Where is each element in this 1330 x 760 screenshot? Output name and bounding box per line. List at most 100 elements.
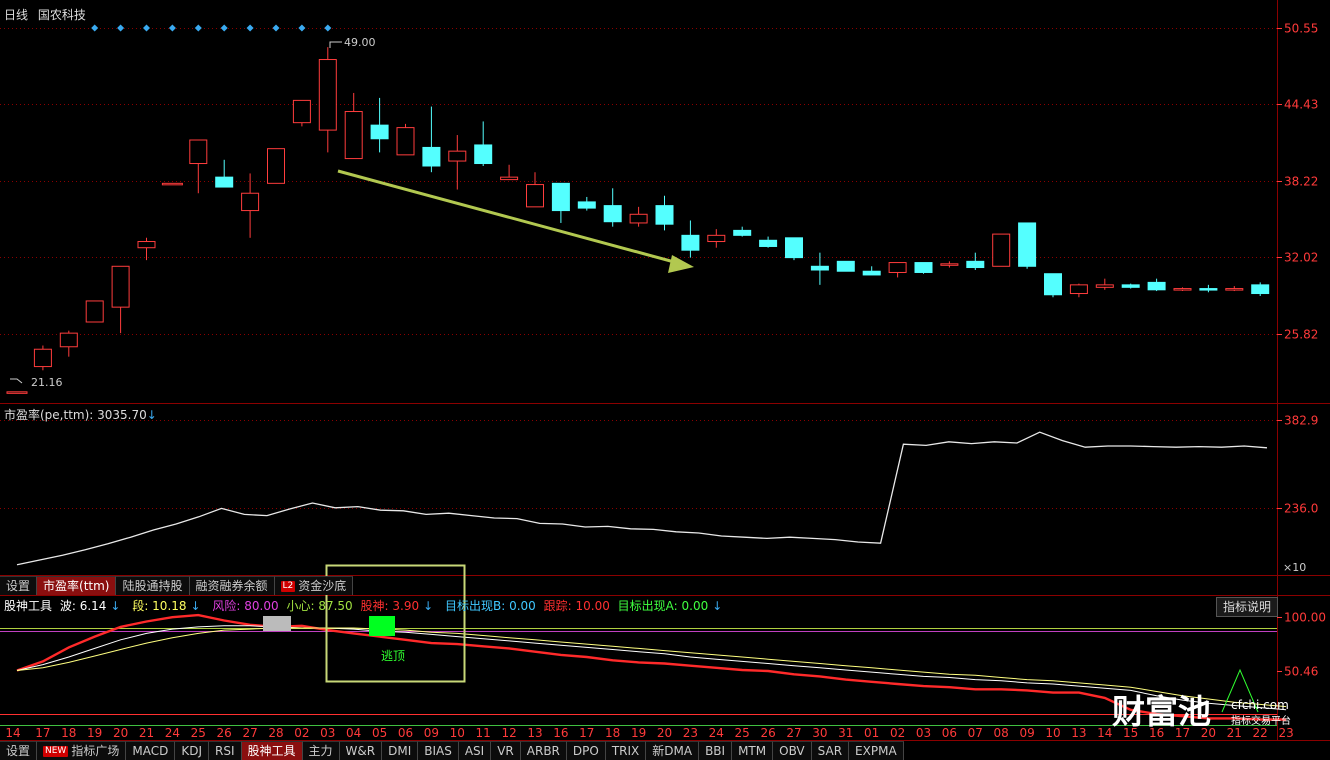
candle-body bbox=[161, 182, 183, 186]
chart-canvas[interactable]: 50.55 44.43 38.22 32.02 25.82 49.00 21.16 38… bbox=[0, 0, 1330, 758]
indicator-tab[interactable]: KDJ bbox=[175, 741, 209, 760]
upper-tab[interactable]: 陆股通持股 bbox=[116, 576, 190, 595]
indicator-tab[interactable]: EXPMA bbox=[849, 741, 904, 760]
candle-body bbox=[551, 182, 570, 212]
candle-body bbox=[1044, 273, 1062, 296]
indicator-series bbox=[16, 613, 1287, 721]
indicator-legend: 股神工具 波: 6.14 ↓ 段: 10.18 ↓ 风险: 80.00 小心: 87… bbox=[4, 598, 730, 614]
date-label: 05 bbox=[372, 726, 387, 740]
indicator-reference-lines bbox=[0, 628, 1277, 726]
candle-body bbox=[111, 265, 130, 308]
tab-label: DMI bbox=[388, 744, 412, 758]
upper-tab[interactable]: 市盈率(ttm) bbox=[37, 576, 117, 595]
candle-body bbox=[59, 332, 78, 348]
candle-body bbox=[914, 262, 933, 273]
indicator-tab[interactable]: RSI bbox=[209, 741, 242, 760]
candle bbox=[241, 173, 260, 238]
date-label: 19 bbox=[87, 726, 102, 740]
upper-tab[interactable]: L2 资金沙底 bbox=[274, 576, 354, 595]
candle-body bbox=[1121, 284, 1140, 288]
arrow-down-icon: ↓ bbox=[146, 408, 157, 422]
date-label: 18 bbox=[605, 726, 620, 740]
candle-body bbox=[344, 111, 363, 160]
candle bbox=[655, 195, 674, 231]
indicator-tab[interactable]: 新DMA bbox=[646, 741, 700, 760]
watermark-brand: 财富池 bbox=[1112, 692, 1211, 731]
tab-label: BBI bbox=[705, 744, 726, 758]
period-label[interactable]: 日线 bbox=[4, 8, 28, 22]
watermark: 财富池 cfchi.com 指标交易平台 bbox=[1112, 692, 1291, 731]
candle-body bbox=[681, 234, 700, 251]
candle bbox=[267, 148, 285, 184]
date-label: 13 bbox=[527, 726, 542, 740]
indicator-tab[interactable]: DMI bbox=[382, 741, 419, 760]
legend-wave: 波: 6.14 ↓ bbox=[59, 599, 121, 613]
price-tick-label: 25.82 bbox=[1284, 328, 1318, 342]
indicator-help-button[interactable]: 指标说明 bbox=[1216, 597, 1278, 617]
indicator-name[interactable]: 股神工具 bbox=[4, 599, 52, 613]
date-label: 03 bbox=[916, 726, 931, 740]
date-label: 08 bbox=[994, 726, 1009, 740]
high-price-label: 49.00 bbox=[344, 36, 376, 49]
candle-body bbox=[1173, 288, 1192, 291]
date-label: 17 bbox=[35, 726, 50, 740]
candle-body bbox=[241, 192, 260, 212]
tab-label: BIAS bbox=[424, 744, 452, 758]
candle-body bbox=[655, 205, 674, 225]
indicator-tab[interactable]: BBI bbox=[699, 741, 733, 760]
date-label: 26 bbox=[217, 726, 232, 740]
candle bbox=[914, 262, 933, 274]
upper-tab[interactable]: 设置 bbox=[0, 576, 38, 595]
indicator-tab[interactable]: ARBR bbox=[520, 741, 567, 760]
tab-label: KDJ bbox=[181, 744, 202, 758]
candle-body bbox=[396, 127, 415, 156]
indicator-tab[interactable]: 主力 bbox=[302, 741, 340, 760]
indicator-tab[interactable]: W&R bbox=[339, 741, 383, 760]
signal-diamond bbox=[246, 24, 254, 32]
legend-target-b: 目标出现B: 0.00 bbox=[444, 599, 536, 613]
tab-label: VR bbox=[497, 744, 514, 758]
indicator-tab[interactable]: ASI bbox=[458, 741, 492, 760]
indicator-series-line bbox=[16, 627, 1287, 708]
candle-body bbox=[6, 391, 28, 394]
date-label: 12 bbox=[501, 726, 516, 740]
candle-body bbox=[1251, 284, 1270, 295]
date-label: 06 bbox=[398, 726, 413, 740]
candle-body bbox=[603, 205, 622, 223]
candle-body bbox=[189, 139, 208, 165]
indicator-tab[interactable]: BIAS bbox=[418, 741, 459, 760]
indicator-tab[interactable]: NEW 指标广场 bbox=[37, 741, 127, 760]
candle-body bbox=[759, 239, 778, 247]
tab-label: 新DMA bbox=[652, 744, 693, 758]
date-label: 09 bbox=[1019, 726, 1034, 740]
indicator-tab[interactable]: VR bbox=[491, 741, 521, 760]
signal-diamond bbox=[324, 24, 332, 32]
indicator-tab[interactable]: OBV bbox=[773, 741, 812, 760]
candle-body bbox=[888, 262, 907, 273]
candle bbox=[448, 135, 467, 190]
candle-body bbox=[577, 201, 596, 209]
indicator-tab[interactable]: 股神工具 bbox=[241, 741, 303, 760]
indicator-tab[interactable]: 设置 bbox=[0, 741, 38, 760]
tab-label: 指标广场 bbox=[71, 744, 120, 758]
candle bbox=[888, 262, 907, 278]
date-label: 25 bbox=[735, 726, 750, 740]
indicator-tab[interactable]: SAR bbox=[811, 741, 850, 760]
candle bbox=[370, 97, 389, 153]
indicator-tab[interactable]: TRIX bbox=[605, 741, 647, 760]
candle bbox=[1147, 278, 1166, 292]
date-label: 27 bbox=[786, 726, 801, 740]
tab-label: W&R bbox=[345, 744, 376, 758]
date-label: 23 bbox=[683, 726, 698, 740]
indicator-tab[interactable]: DPO bbox=[566, 741, 606, 760]
chart-frame bbox=[0, 0, 1330, 741]
date-label: 19 bbox=[631, 726, 646, 740]
upper-tab[interactable]: 融资融券余额 bbox=[189, 576, 275, 595]
candle-body bbox=[1225, 288, 1244, 291]
candle bbox=[1018, 222, 1037, 269]
candle-body bbox=[733, 229, 752, 236]
date-label: 20 bbox=[113, 726, 128, 740]
indicator-tab[interactable]: MTM bbox=[732, 741, 774, 760]
tab-label: DPO bbox=[572, 744, 599, 758]
indicator-tab[interactable]: MACD bbox=[126, 741, 176, 760]
